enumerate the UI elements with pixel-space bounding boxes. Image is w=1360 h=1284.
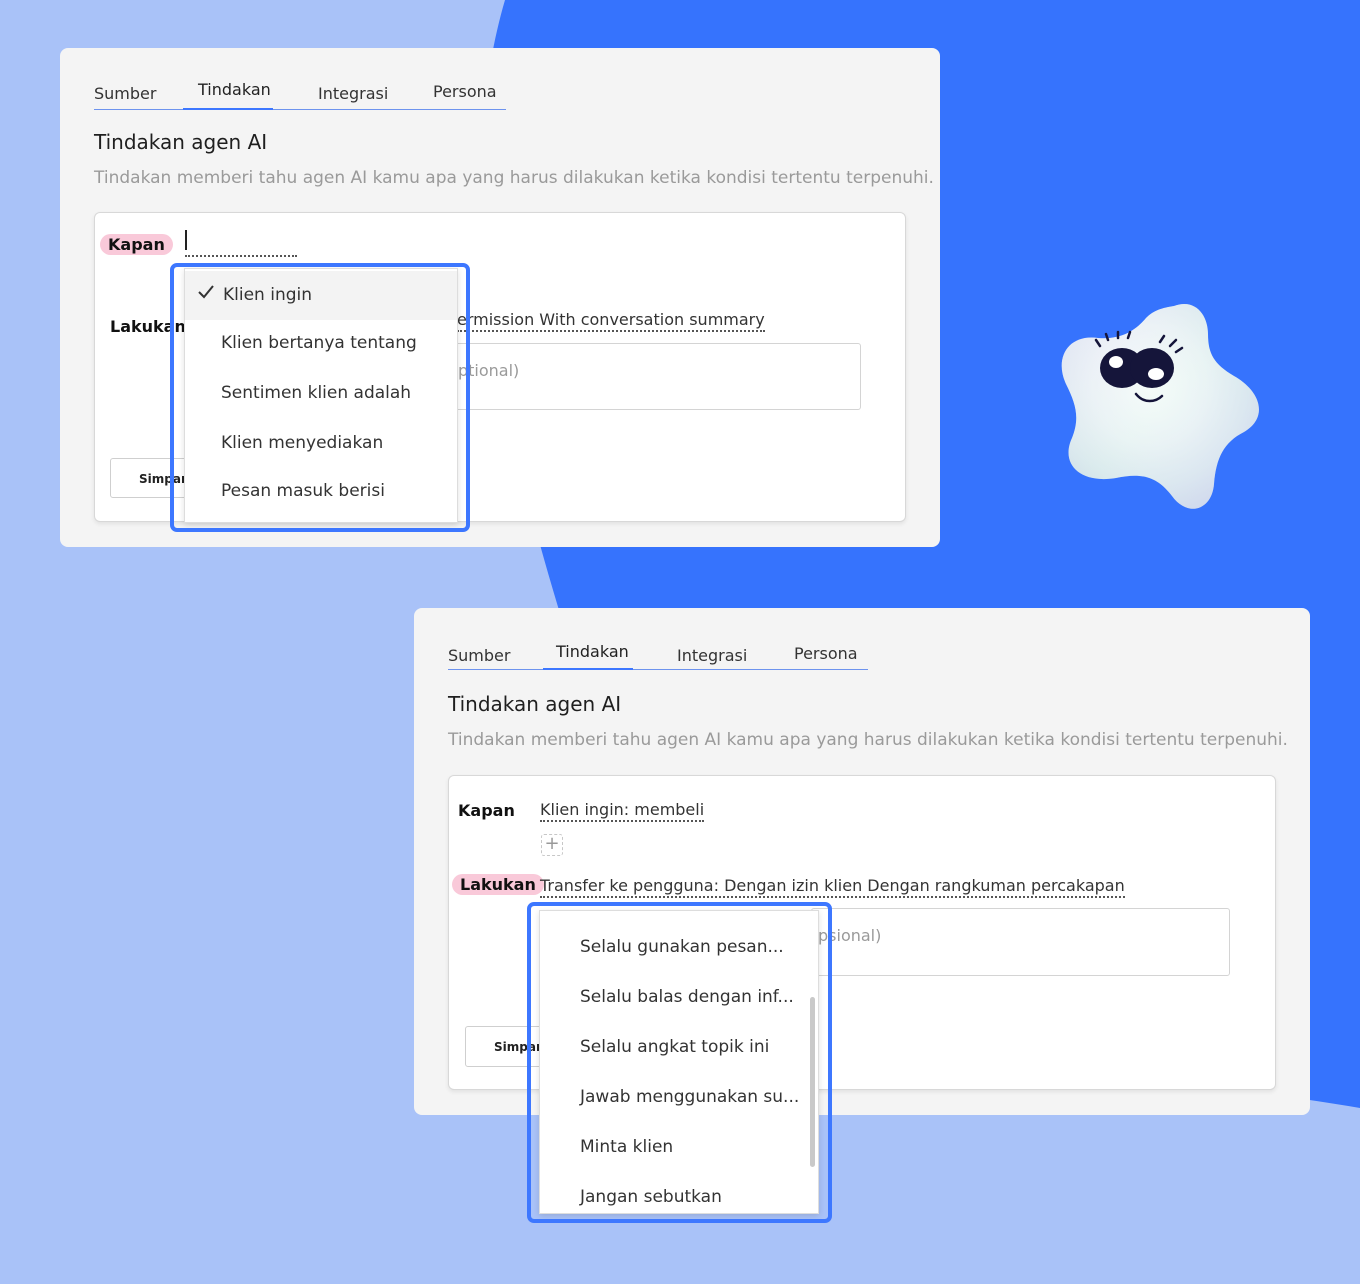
actions-panel-bottom: Sumber Tindakan Integrasi Persona Tindak… bbox=[414, 608, 1310, 1223]
dropdown-item-label: Jawab menggunakan su... bbox=[580, 1087, 800, 1107]
do-label: Lakukan bbox=[452, 874, 544, 895]
tab-bar: Sumber Tindakan Integrasi Persona bbox=[448, 638, 868, 670]
do-label: Lakukan bbox=[110, 317, 186, 336]
dropdown-item-pesan-masuk[interactable]: Pesan masuk berisi bbox=[185, 467, 457, 516]
instructions-input[interactable]: ptional) bbox=[445, 343, 861, 410]
do-value[interactable]: Transfer ke pengguna: Dengan izin klien … bbox=[540, 876, 1125, 898]
when-label: Kapan bbox=[100, 234, 173, 255]
plus-icon[interactable]: + bbox=[541, 834, 563, 856]
dropdown-item-4[interactable]: Jawab menggunakan su... bbox=[540, 1073, 818, 1122]
save-button-label: Simpan bbox=[139, 472, 190, 486]
dropdown-item-label: Klien ingin bbox=[223, 285, 313, 305]
dropdown-item-klien-menyediakan[interactable]: Klien menyediakan bbox=[185, 419, 457, 468]
dropdown-scrollbar[interactable] bbox=[810, 997, 815, 1167]
when-value[interactable]: Klien ingin: membeli bbox=[540, 800, 705, 822]
tab-tindakan[interactable]: Tindakan bbox=[198, 80, 271, 99]
tab-integrasi[interactable]: Integrasi bbox=[677, 646, 747, 665]
active-tab-indicator bbox=[543, 668, 633, 670]
dropdown-item-label: Jangan sebutkan bbox=[580, 1187, 722, 1207]
action-dropdown: Selalu gunakan pesan... Selalu balas den… bbox=[539, 910, 819, 1214]
dropdown-item-1[interactable]: Selalu gunakan pesan... bbox=[540, 923, 818, 972]
tab-sumber[interactable]: Sumber bbox=[448, 646, 510, 665]
dropdown-item-3[interactable]: Selalu angkat topik ini bbox=[540, 1023, 818, 1072]
save-button[interactable]: Simpan bbox=[110, 458, 190, 498]
dropdown-item-label: Minta klien bbox=[580, 1137, 674, 1157]
active-tab-indicator bbox=[183, 108, 273, 110]
dropdown-item-6[interactable]: Jangan sebutkan bbox=[540, 1173, 818, 1213]
dropdown-item-label: Selalu gunakan pesan... bbox=[580, 937, 784, 957]
do-value[interactable]: ermission With conversation summary bbox=[457, 310, 765, 332]
save-button[interactable]: Simpan bbox=[465, 1026, 545, 1067]
when-input[interactable] bbox=[185, 255, 297, 257]
dropdown-item-label: Sentimen klien adalah bbox=[221, 383, 412, 403]
tab-tindakan[interactable]: Tindakan bbox=[556, 642, 629, 661]
instructions-placeholder: psional) bbox=[818, 926, 882, 945]
tab-persona[interactable]: Persona bbox=[794, 644, 858, 663]
dropdown-item-label: Selalu angkat topik ini bbox=[580, 1037, 770, 1057]
tab-integrasi[interactable]: Integrasi bbox=[318, 84, 388, 103]
dropdown-item-klien-ingin[interactable]: Klien ingin bbox=[185, 271, 457, 320]
dropdown-item-klien-bertanya[interactable]: Klien bertanya tentang bbox=[185, 319, 457, 368]
star-mascot bbox=[1061, 304, 1259, 509]
dropdown-item-2[interactable]: Selalu balas dengan inf... bbox=[540, 973, 818, 1022]
condition-dropdown: Klien ingin Klien bertanya tentang Senti… bbox=[184, 268, 458, 523]
tab-bar: Sumber Tindakan Integrasi Persona bbox=[94, 78, 506, 110]
when-label: Kapan bbox=[458, 801, 515, 820]
page-title: Tindakan agen AI bbox=[94, 130, 268, 154]
dropdown-item-label: Selalu balas dengan inf... bbox=[580, 987, 794, 1007]
text-cursor bbox=[185, 230, 187, 250]
page-title: Tindakan agen AI bbox=[448, 692, 622, 716]
dropdown-item-label: Klien menyediakan bbox=[221, 433, 384, 453]
check-icon bbox=[198, 285, 214, 299]
dropdown-item-sentimen[interactable]: Sentimen klien adalah bbox=[185, 369, 457, 418]
dropdown-item-5[interactable]: Minta klien bbox=[540, 1123, 818, 1172]
page-description: Tindakan memberi tahu agen AI kamu apa y… bbox=[448, 730, 1288, 750]
dropdown-item-label: Klien bertanya tentang bbox=[221, 333, 417, 353]
instructions-input[interactable]: psional) bbox=[811, 908, 1230, 976]
page-description: Tindakan memberi tahu agen AI kamu apa y… bbox=[94, 168, 934, 188]
tab-sumber[interactable]: Sumber bbox=[94, 84, 156, 103]
dropdown-item-label: Pesan masuk berisi bbox=[221, 481, 385, 501]
actions-panel-top: Sumber Tindakan Integrasi Persona Tindak… bbox=[60, 48, 940, 547]
tab-persona[interactable]: Persona bbox=[433, 82, 497, 101]
save-button-label: Simpan bbox=[494, 1040, 545, 1054]
